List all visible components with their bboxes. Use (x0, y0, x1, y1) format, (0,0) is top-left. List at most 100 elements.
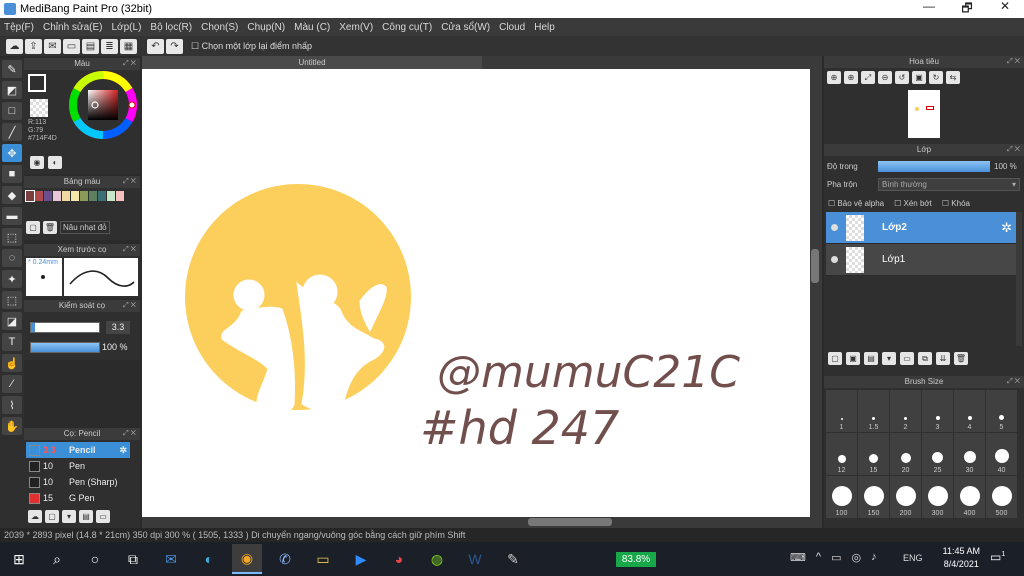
brush-size-cell[interactable]: 40 (986, 433, 1017, 475)
close-button[interactable]: ✕ (986, 0, 1024, 20)
vertical-scrollbar[interactable] (810, 69, 820, 517)
menu-help[interactable]: Help (534, 22, 555, 33)
layer-row[interactable]: Lớp1 (826, 244, 1016, 276)
battery-indicator[interactable]: 83.8% (616, 552, 656, 567)
zoom-fit-icon[interactable]: ⊕ (827, 71, 841, 84)
clipping-checkbox[interactable]: ☐ Xén bớt (894, 199, 932, 208)
menu-select[interactable]: Chọn(S) (201, 22, 238, 33)
eraser-tool-icon[interactable]: ◩ (2, 81, 22, 99)
brush-size-cell[interactable]: 25 (922, 433, 953, 475)
fill-rect-tool-icon[interactable]: ■ (2, 165, 22, 183)
word-icon[interactable]: W (460, 544, 490, 574)
select-rect-icon[interactable]: ⬚ (2, 228, 22, 246)
network-icon[interactable]: ◎ (851, 551, 861, 564)
maximize-button[interactable]: 🗗 (948, 0, 986, 20)
grid-icon[interactable]: ▦ (120, 38, 137, 54)
duplicate-layer-icon[interactable]: ⧉ (918, 352, 932, 365)
redo-icon[interactable]: ↷ (166, 38, 183, 54)
palette-swatch[interactable] (116, 191, 124, 201)
brush-size-cell[interactable]: 500 (986, 476, 1017, 518)
chat-icon[interactable]: ▭ (63, 38, 80, 54)
new-layer-icon[interactable]: ▢ (828, 352, 842, 365)
menu-view[interactable]: Xem(V) (339, 22, 373, 33)
brush-size-cell[interactable]: 2 (890, 390, 921, 432)
brush-size-cell[interactable]: 100 (826, 476, 857, 518)
lasso-icon[interactable]: ◌ (2, 249, 22, 267)
brush-size-cell[interactable]: 200 (890, 476, 921, 518)
brush-list-item[interactable]: 15 G Pen (26, 490, 130, 506)
zoom-out-icon[interactable]: ⊖ (878, 71, 892, 84)
layer-visibility-icon[interactable] (831, 224, 838, 231)
new-8bit-layer-icon[interactable]: ▤ (864, 352, 878, 365)
menu-edit[interactable]: Chỉnh sửa(E) (43, 22, 103, 33)
brush-add-icon[interactable]: ▾ (62, 510, 76, 523)
cortana-icon[interactable]: ○ (80, 544, 110, 574)
add-layer-menu-icon[interactable]: ▾ (882, 352, 896, 365)
brush-list-item[interactable]: 10 Pen (26, 458, 130, 474)
magic-wand-icon[interactable]: ✦ (2, 270, 22, 288)
brush-list-item[interactable]: 10 Pen (Sharp) (26, 474, 130, 490)
palette-swatch[interactable] (80, 191, 88, 201)
zoom-in-icon[interactable]: ⊕ (844, 71, 858, 84)
brush-size-slider[interactable] (30, 322, 100, 333)
list-icon[interactable]: ≣ (101, 38, 118, 54)
color-wheel-mode-icon[interactable]: ◉ (30, 156, 44, 169)
zoom-icon[interactable]: ▶ (346, 544, 376, 574)
lock-checkbox[interactable]: ☐ Khóa (942, 199, 970, 208)
palette-swatch[interactable] (98, 191, 106, 201)
snap-checkbox[interactable]: ☐ Chọn một lớp lại điểm nhấp (191, 41, 312, 52)
menu-file[interactable]: Tệp(F) (4, 22, 34, 33)
messenger-icon[interactable]: ✆ (270, 544, 300, 574)
clock[interactable]: 11:45 AM 8/4/2021 (943, 545, 980, 571)
merge-layer-icon[interactable]: ⇊ (936, 352, 950, 365)
brush-size-cell[interactable]: 30 (954, 433, 985, 475)
blend-mode-select[interactable]: Bình thường ▾ (878, 178, 1020, 191)
rotate-right-icon[interactable]: ↻ (929, 71, 943, 84)
rotate-left-icon[interactable]: ↺ (895, 71, 909, 84)
brush-tool-icon[interactable]: ✎ (2, 60, 22, 78)
brush-size-cell[interactable]: 300 (922, 476, 953, 518)
gear-icon[interactable]: ✲ (1001, 220, 1012, 236)
palette-swatch[interactable] (35, 191, 43, 201)
navigator-thumbnail[interactable] (908, 90, 940, 138)
line-tool-icon[interactable]: ╱ (2, 123, 22, 141)
vertical-scroll-thumb[interactable] (811, 249, 819, 283)
brush-size-cell[interactable]: 5 (986, 390, 1017, 432)
palette-swatch[interactable] (107, 191, 115, 201)
horizontal-scroll-thumb[interactable] (528, 518, 612, 526)
document-tab[interactable]: Untitled (142, 56, 482, 69)
color-slider-mode-icon[interactable]: ◐ (48, 156, 62, 169)
keyboard-icon[interactable]: ⌨ (790, 551, 806, 564)
chevron-up-icon[interactable]: ^ (816, 551, 821, 564)
paint-icon[interactable]: ◍ (422, 544, 452, 574)
page-icon[interactable]: ▤ (82, 38, 99, 54)
operation-tool-icon[interactable]: ☝ (2, 354, 22, 372)
brush-size-cell[interactable]: 15 (858, 433, 889, 475)
language-indicator[interactable]: ENG (903, 553, 923, 563)
foreground-color-swatch[interactable] (28, 74, 46, 92)
edge-icon[interactable]: ◐ (194, 544, 224, 574)
brush-size-cell[interactable]: 4 (954, 390, 985, 432)
comment-icon[interactable]: ✉ (44, 38, 61, 54)
medibang-icon[interactable]: ◉ (232, 544, 262, 574)
flip-icon[interactable]: ⇆ (946, 71, 960, 84)
menu-layer[interactable]: Lớp(L) (112, 22, 142, 33)
drawing-canvas[interactable]: @mumuC21C #hd 247 (142, 69, 810, 517)
layer-opacity-slider[interactable] (878, 161, 990, 172)
fit-window-icon[interactable]: ▣ (912, 71, 926, 84)
rect-tool-icon[interactable]: □ (2, 102, 22, 120)
divide-tool-icon[interactable]: ⁄ (2, 375, 22, 393)
brush-size-cell[interactable]: 400 (954, 476, 985, 518)
zoom-actual-icon[interactable]: ⤢ (861, 71, 875, 84)
windows-start-icon[interactable]: ⊞ (4, 544, 34, 574)
layer-scrollbar[interactable] (1016, 212, 1022, 346)
transparent-swatch[interactable] (30, 99, 48, 117)
search-icon[interactable]: ⌕ (42, 544, 72, 574)
protect-alpha-checkbox[interactable]: ☐ Bảo vệ alpha (828, 199, 884, 208)
hand-tool-icon[interactable]: ✋ (2, 417, 22, 435)
layer-folder-icon[interactable]: ▭ (900, 352, 914, 365)
text-tool-icon[interactable]: T (2, 333, 22, 351)
mail-icon[interactable]: ✉ (156, 544, 186, 574)
cloud-icon[interactable]: ☁ (6, 38, 23, 54)
palette-swatch[interactable] (25, 190, 35, 202)
